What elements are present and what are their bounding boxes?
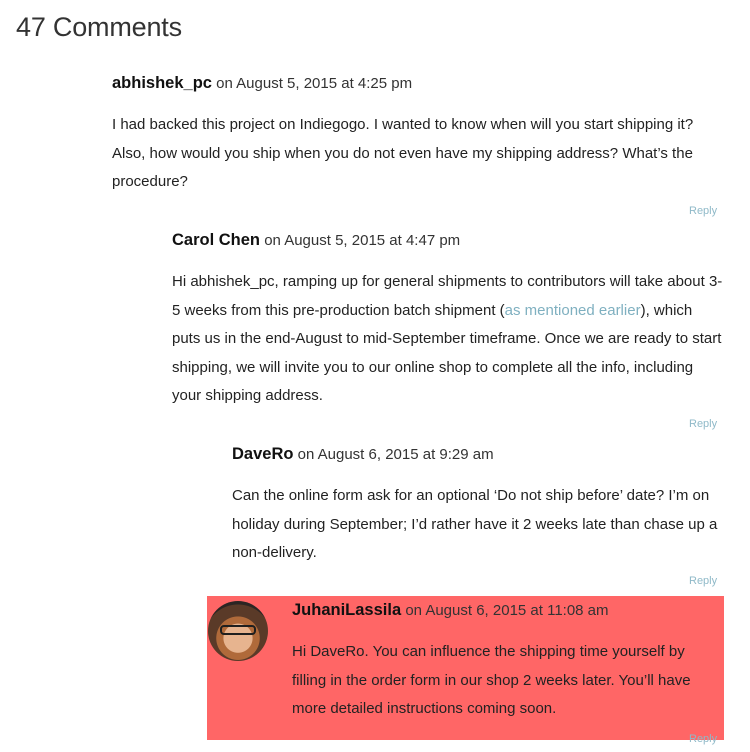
- avatar[interactable]: [208, 601, 268, 661]
- reply-link[interactable]: Reply: [689, 575, 717, 587]
- comment-meta: DaveRo on August 6, 2015 at 9:29 am: [232, 443, 724, 466]
- comments-heading: 47 Comments: [16, 12, 182, 42]
- comment-text: Hi DaveRo. You can influence the shippin…: [292, 643, 691, 718]
- comment-author[interactable]: Carol Chen: [172, 231, 260, 249]
- comment-text: I had backed this project on Indiegogo. …: [112, 116, 694, 191]
- reply-link[interactable]: Reply: [689, 733, 717, 745]
- comment-date[interactable]: on August 5, 2015 at 4:25 pm: [216, 75, 412, 92]
- comment-text: Hi abhishek_pc, ramping up for general s…: [172, 268, 724, 411]
- comment-juhani: JuhaniLassila on August 6, 2015 at 11:08…: [292, 599, 722, 724]
- comment-author[interactable]: JuhaniLassila: [292, 601, 401, 619]
- comment-date[interactable]: on August 6, 2015 at 11:08 am: [405, 602, 608, 619]
- reply-link[interactable]: Reply: [689, 205, 717, 217]
- comment-date[interactable]: on August 5, 2015 at 4:47 pm: [264, 232, 460, 249]
- comment-abhishek: abhishek_pc on August 5, 2015 at 4:25 pm…: [112, 72, 724, 197]
- comment-author[interactable]: abhishek_pc: [112, 74, 212, 92]
- comment-carol: Carol Chen on August 5, 2015 at 4:47 pm …: [172, 229, 724, 411]
- reply-link[interactable]: Reply: [689, 418, 717, 430]
- comment-meta: abhishek_pc on August 5, 2015 at 4:25 pm: [112, 72, 724, 95]
- comment-date[interactable]: on August 6, 2015 at 9:29 am: [298, 446, 494, 463]
- comment-text: Can the online form ask for an optional …: [232, 487, 718, 562]
- avatar-glasses: [220, 625, 256, 635]
- comment-author[interactable]: DaveRo: [232, 445, 293, 463]
- comment-davero: DaveRo on August 6, 2015 at 9:29 am Can …: [232, 443, 724, 568]
- as-mentioned-link[interactable]: as mentioned earlier: [505, 302, 641, 319]
- comment-meta: Carol Chen on August 5, 2015 at 4:47 pm: [172, 229, 724, 252]
- comment-meta: JuhaniLassila on August 6, 2015 at 11:08…: [292, 599, 722, 622]
